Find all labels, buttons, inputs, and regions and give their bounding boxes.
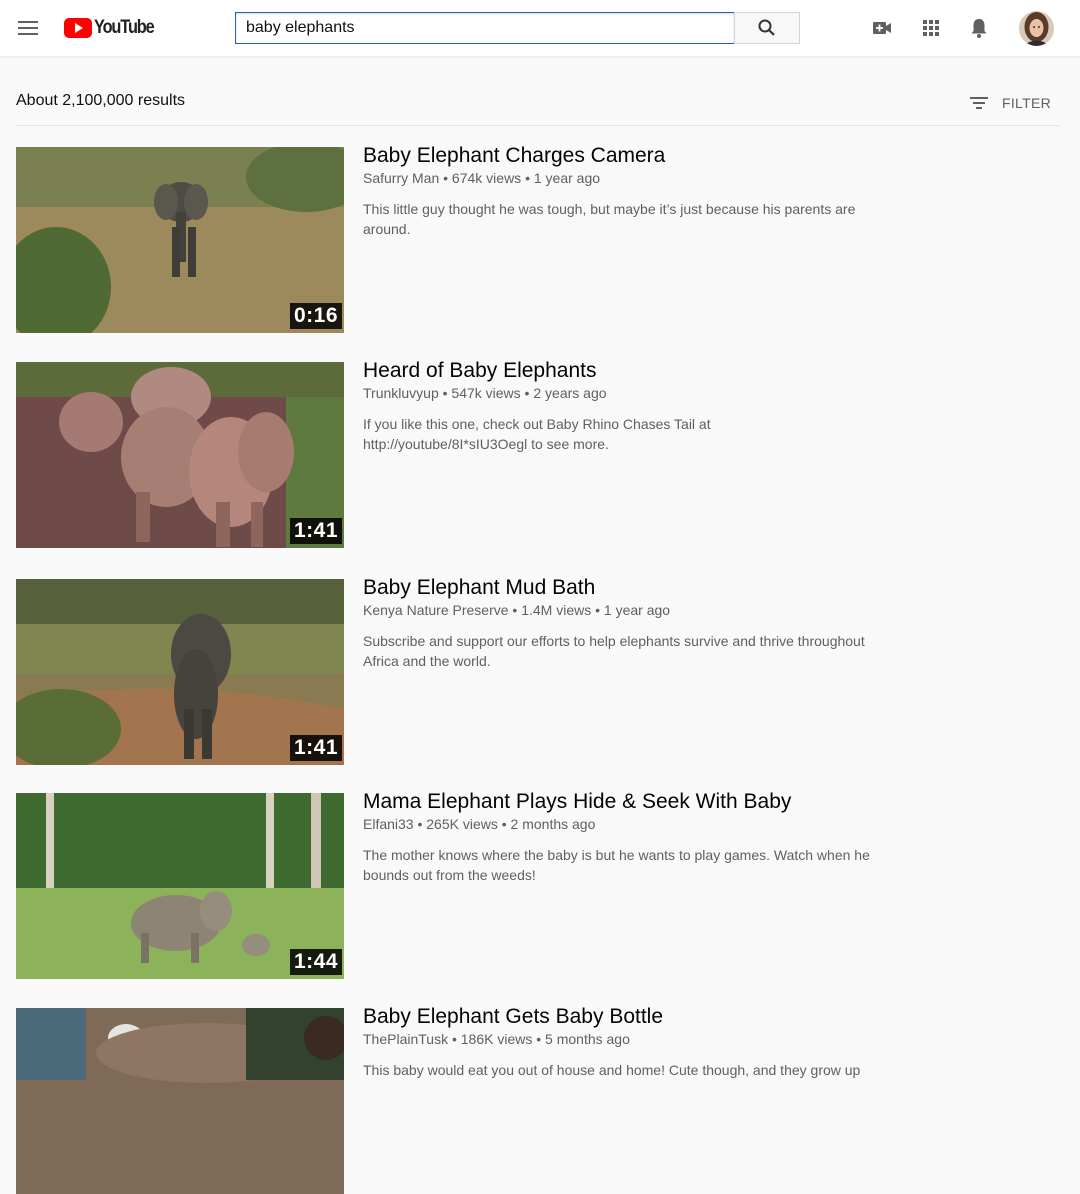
video-duration: 1:41 — [289, 518, 342, 544]
logo-text: YouTube — [94, 17, 155, 38]
video-title[interactable]: Heard of Baby Elephants — [363, 359, 596, 383]
notifications-bell-icon[interactable] — [967, 16, 991, 40]
filter-button[interactable]: FILTER — [968, 92, 1051, 114]
video-duration: 1:44 — [289, 949, 342, 975]
video-thumbnail[interactable]: 1:44 — [16, 793, 344, 979]
filter-label: FILTER — [1002, 95, 1051, 111]
user-avatar[interactable] — [1019, 11, 1054, 46]
video-meta: ThePlainTusk • 186K views • 5 months ago — [363, 1031, 630, 1047]
video-result: 1:44 Mama Elephant Plays Hide & Seek Wit… — [16, 790, 876, 979]
filter-icon — [970, 97, 988, 109]
video-description: This baby would eat you out of house and… — [363, 1062, 861, 1078]
video-result: 0:16 Baby Elephant Charges Camera Safurr… — [16, 144, 876, 333]
video-duration: 1:41 — [289, 735, 342, 761]
video-result: Baby Elephant Gets Baby Bottle ThePlainT… — [16, 1005, 876, 1194]
search-icon — [758, 19, 775, 36]
create-video-icon[interactable] — [870, 16, 894, 40]
video-thumbnail[interactable]: 1:41 — [16, 362, 344, 548]
video-meta: Safurry Man • 674k views • 1 year ago — [363, 170, 601, 186]
video-thumbnail[interactable]: 0:16 — [16, 147, 344, 333]
results-count: About 2,100,000 results — [16, 92, 186, 109]
video-thumbnail[interactable] — [16, 1008, 344, 1194]
search-input[interactable] — [235, 12, 735, 44]
video-description: The mother knows where the baby is but h… — [363, 847, 870, 883]
video-title[interactable]: Baby Elephant Gets Baby Bottle — [363, 1005, 663, 1029]
video-title[interactable]: Baby Elephant Charges Camera — [363, 144, 665, 168]
youtube-logo[interactable]: YouTube — [64, 17, 163, 39]
apps-grid-icon[interactable] — [919, 16, 943, 40]
video-meta: Kenya Nature Preserve • 1.4M views • 1 y… — [363, 602, 671, 618]
video-result: 1:41 Baby Elephant Mud Bath Kenya Nature… — [16, 576, 876, 765]
video-title[interactable]: Mama Elephant Plays Hide & Seek With Bab… — [363, 790, 791, 814]
results-divider — [16, 125, 1060, 126]
search-button[interactable] — [734, 12, 800, 44]
video-thumbnail[interactable]: 1:41 — [16, 579, 344, 765]
hamburger-menu-icon[interactable] — [16, 16, 40, 40]
video-description: Subscribe and support our efforts to hel… — [363, 633, 865, 669]
video-duration: 0:16 — [289, 303, 342, 329]
top-bar: YouTube — [0, 0, 1080, 56]
youtube-play-icon — [64, 18, 92, 38]
video-description: If you like this one, check out Baby Rhi… — [363, 416, 711, 452]
video-meta: Elfani33 • 265K views • 2 months ago — [363, 816, 596, 832]
video-meta: Trunkluvyup • 547k views • 2 years ago — [363, 385, 607, 401]
video-title[interactable]: Baby Elephant Mud Bath — [363, 576, 595, 600]
video-description: This little guy thought he was tough, bu… — [363, 201, 856, 237]
video-result: 1:41 Heard of Baby Elephants Trunkluvyup… — [16, 359, 876, 548]
